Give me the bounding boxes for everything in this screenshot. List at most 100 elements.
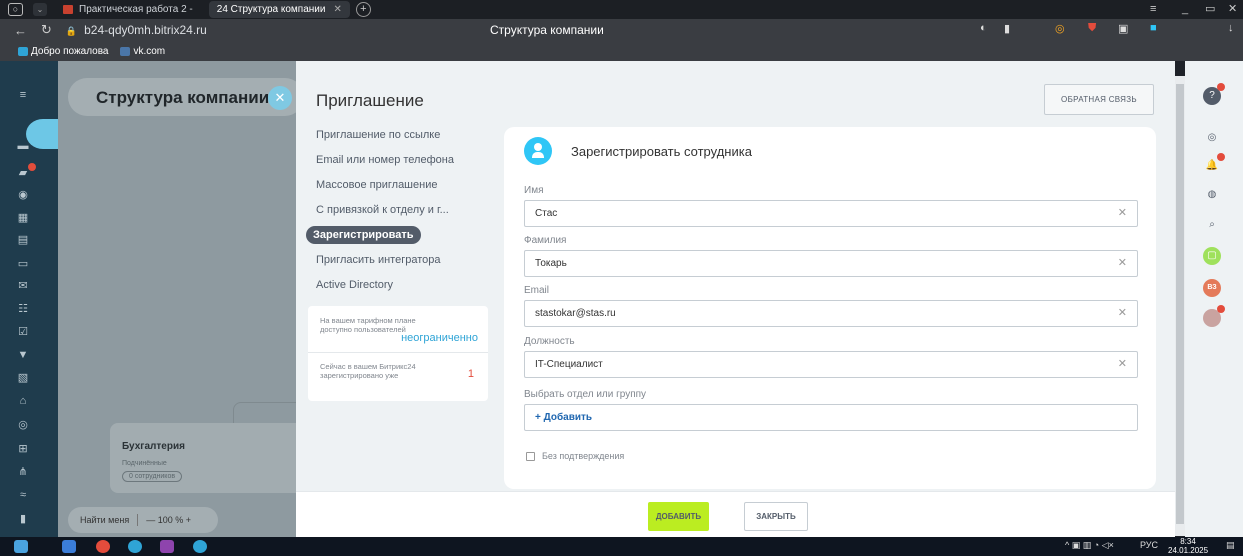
windows-start-icon[interactable]	[14, 540, 28, 553]
zoom-level[interactable]: — 100 % +	[146, 515, 191, 525]
restore-button[interactable]: ▭	[1205, 0, 1215, 19]
close-tab-icon[interactable]: ✕	[333, 4, 341, 15]
close-button[interactable]: ЗАКРЫТЬ	[744, 502, 808, 531]
url-field[interactable]: 🔒 b24-qdy0mh.bitrix24.ru	[66, 23, 207, 37]
telegram-desktop-icon[interactable]	[193, 540, 207, 553]
tray-icons[interactable]: ^ ▣ ▥ ◔ ◁×	[1065, 540, 1114, 551]
right-sidebar: ? ◎ 🔔 ◍ ⌕ ▢ ВЗ	[1185, 61, 1243, 537]
menu-email-or-phone[interactable]: Email или номер телефона	[306, 148, 496, 173]
visual-studio-icon[interactable]	[160, 540, 174, 553]
documents-icon[interactable]: ▤	[16, 233, 30, 247]
clear-position-icon[interactable]: ✕	[1118, 352, 1127, 377]
avatar-badge	[1217, 305, 1225, 313]
groups-icon[interactable]: ☷	[16, 302, 30, 316]
department-selector[interactable]: + Добавить	[524, 404, 1138, 431]
find-me-button[interactable]: Найти меня	[80, 515, 129, 525]
profile-icon[interactable]: ■	[1150, 22, 1157, 34]
tab-list-chevron-icon[interactable]: ⌄	[33, 3, 47, 16]
invitation-menu: Приглашение по ссылке Email или номер те…	[306, 123, 496, 298]
department-card[interactable]: Бухгалтерия Подчинённые 0 сотрудников	[110, 423, 296, 493]
clock[interactable]: 8:34 24.01.2025	[1168, 537, 1208, 555]
feed-icon[interactable]: ◉	[16, 188, 30, 202]
new-tab-button[interactable]: +	[355, 2, 371, 17]
incognito-icon[interactable]: ◐	[980, 22, 987, 34]
analytics-icon[interactable]: ▮	[16, 512, 30, 526]
active-sidebar-indicator	[26, 119, 60, 149]
lock-icon: 🔒	[65, 26, 78, 36]
first-name-input[interactable]: Стас ✕	[524, 200, 1138, 227]
user-icon	[524, 137, 552, 165]
close-window-button[interactable]: ✕	[1228, 0, 1237, 19]
bookmark-vk[interactable]: vk.com	[120, 46, 165, 57]
filter-icon[interactable]: ▼	[16, 348, 30, 362]
menu-mass-invite[interactable]: Массовое приглашение	[306, 173, 496, 198]
shop-icon[interactable]: ⊞	[16, 442, 30, 456]
last-name-label: Фамилия	[524, 235, 567, 246]
feedback-button[interactable]: ОБРАТНАЯ СВЯЗЬ	[1044, 84, 1154, 115]
user-initials-avatar[interactable]: ВЗ	[1203, 279, 1221, 297]
sidebar-toggle-icon[interactable]: ▣	[1118, 22, 1128, 35]
position-input[interactable]: IT-Специалист ✕	[524, 351, 1138, 378]
chat-badge	[28, 163, 36, 171]
open-channels-icon[interactable]: ▢	[1203, 247, 1221, 265]
company-icon[interactable]: ⌂	[16, 394, 30, 408]
scrollbar-thumb[interactable]	[1176, 84, 1184, 524]
department-title: Бухгалтерия	[122, 441, 185, 452]
bookmark-welcome[interactable]: Добро пожалова	[18, 46, 108, 57]
tariff-registered-label: Сейчас в вашем Битрикс24 зарегистрирован…	[320, 362, 416, 380]
first-name-label: Имя	[524, 185, 544, 196]
no-confirm-checkbox[interactable]	[526, 451, 535, 461]
clear-email-icon[interactable]: ✕	[1118, 301, 1127, 326]
yandex-browser-icon[interactable]	[96, 540, 110, 553]
zoom-controls: Найти меня — 100 % +	[68, 507, 218, 533]
email-input[interactable]: stastokar@stas.ru ✕	[524, 300, 1138, 327]
marketing-icon[interactable]: ≈	[16, 488, 30, 502]
panel-scrollbar[interactable]	[1175, 76, 1185, 536]
no-confirm-checkbox-row[interactable]: Без подтверждения	[526, 451, 624, 461]
sites-icon[interactable]: ◎	[16, 418, 30, 432]
department-count: 0 сотрудников	[122, 471, 183, 482]
menu-invite-integrator[interactable]: Пригласить интегратора	[306, 248, 496, 273]
notifications-badge	[1217, 153, 1225, 161]
bookmark-icon[interactable]: ▮	[1004, 22, 1010, 35]
menu-invite-to-department[interactable]: С привязкой к отделу и г...	[306, 198, 496, 223]
add-department-link[interactable]: + Добавить	[535, 412, 592, 423]
search-icon[interactable]: ⌕	[1203, 216, 1221, 234]
calendar-icon[interactable]: ▦	[16, 211, 30, 225]
browser-logo-icon[interactable]: ○	[8, 3, 23, 16]
menu-register[interactable]: Зарегистрировать	[306, 223, 496, 248]
mail-icon[interactable]: ✉	[16, 279, 30, 293]
tab-practical-work[interactable]: Практическая работа 2 -	[55, 1, 201, 18]
close-slider-icon[interactable]: ✕	[268, 86, 292, 110]
crm-icon[interactable]: ▧	[16, 371, 30, 385]
add-button[interactable]: ДОБАВИТЬ	[648, 502, 709, 531]
tasks-icon[interactable]: ▬	[16, 139, 30, 153]
checklist-icon[interactable]: ☑	[16, 325, 30, 339]
back-arrow-icon[interactable]: ←	[14, 23, 27, 38]
shield-icon[interactable]: ⛊	[1088, 22, 1096, 35]
notifications-center-icon[interactable]: ▤	[1226, 540, 1235, 551]
left-sidebar: ≡ ▬ ▰ ◉ ▦ ▤ ▭ ✉ ☷ ☑ ▼ ▧ ⌂ ◎ ⊞ ⋔ ≈ ▮	[0, 61, 60, 537]
downloads-icon[interactable]: ↓	[1228, 22, 1234, 34]
last-name-input[interactable]: Токарь ✕	[524, 250, 1138, 277]
telegram-icon[interactable]	[128, 540, 142, 553]
department-label: Выбрать отдел или группу	[524, 389, 647, 400]
panel-title: Приглашение	[316, 91, 424, 110]
extension-icon[interactable]: ◎	[1055, 22, 1065, 35]
tab-company-structure[interactable]: 24 Структура компании ✕	[208, 1, 350, 18]
file-explorer-icon[interactable]	[62, 540, 76, 553]
menu-invite-by-link[interactable]: Приглашение по ссылке	[306, 123, 496, 148]
help-badge	[1217, 83, 1225, 91]
reload-icon[interactable]: ↻	[41, 22, 52, 38]
drive-icon[interactable]: ▭	[16, 257, 30, 271]
menu-hamburger-icon[interactable]: ≡	[16, 88, 30, 102]
clear-first-name-icon[interactable]: ✕	[1118, 201, 1127, 226]
support-icon[interactable]: ◍	[1203, 186, 1221, 204]
minimize-button[interactable]: _	[1182, 0, 1188, 19]
menu-icon[interactable]: ≡	[1150, 0, 1156, 19]
language-indicator[interactable]: РУС	[1140, 540, 1158, 550]
automation-icon[interactable]: ⋔	[16, 465, 30, 479]
menu-active-directory[interactable]: Active Directory	[306, 273, 496, 298]
clear-last-name-icon[interactable]: ✕	[1118, 251, 1127, 276]
copilot-icon[interactable]: ◎	[1203, 129, 1221, 147]
